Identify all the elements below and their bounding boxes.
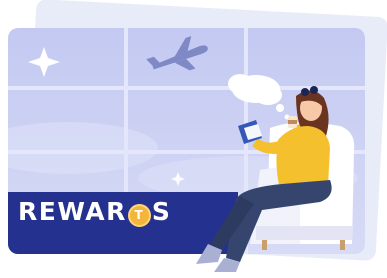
airplane-icon — [146, 36, 208, 71]
sparkle-icon — [28, 47, 60, 77]
coffee-cup-icon — [288, 116, 297, 128]
thought-bubble-icon — [228, 74, 290, 120]
sparkle-icon — [171, 172, 185, 186]
rewards-title: REWAR T S — [18, 199, 171, 227]
rewards-banner: REWAR T S — [0, 0, 387, 278]
coin-icon: T — [127, 204, 151, 227]
rewards-title-suffix: S — [151, 197, 172, 226]
illustration — [28, 36, 355, 272]
rewards-title-prefix: REWAR — [18, 197, 127, 226]
